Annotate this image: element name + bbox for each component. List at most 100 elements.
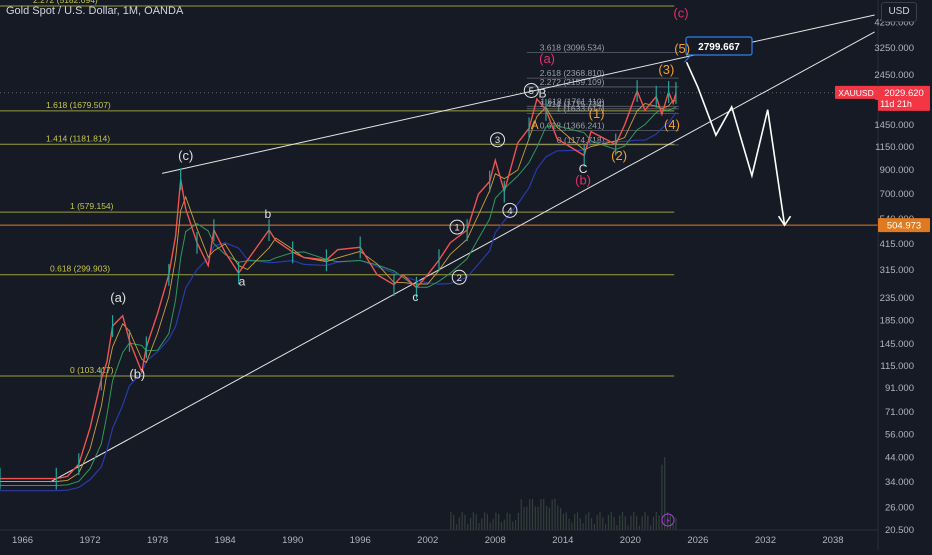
price-tick-label: 34.000 xyxy=(885,477,914,488)
wave-label: A xyxy=(531,118,539,132)
volume-bar xyxy=(498,513,500,530)
volume-bar xyxy=(607,515,610,530)
wave-label: (3) xyxy=(658,62,674,77)
price-tick-label: 3250.000 xyxy=(874,43,914,54)
time-tick-label: 1972 xyxy=(79,535,100,546)
volume-bar xyxy=(616,524,618,530)
volume-bar xyxy=(531,499,534,530)
volume-bar xyxy=(495,512,497,530)
time-tick-label: 2038 xyxy=(822,535,843,546)
wave-label: (4) xyxy=(664,117,680,132)
volume-bar xyxy=(582,523,584,530)
wave-label: (a) xyxy=(539,51,555,66)
price-tick-label: 900.000 xyxy=(880,165,914,176)
price-tick-label: 91.000 xyxy=(885,383,914,394)
volume-bar xyxy=(610,512,612,530)
volume-bar xyxy=(478,523,480,530)
wave-label: c xyxy=(412,290,418,304)
price-chart[interactable]: 2.272 (5182.094)1.618 (1679.507)1.414 (1… xyxy=(0,0,932,550)
time-tick-label: 2014 xyxy=(552,535,573,546)
volume-bar xyxy=(638,525,641,530)
volume-bar xyxy=(588,512,590,530)
wave-label: (b) xyxy=(575,172,591,187)
volume-bar xyxy=(534,506,536,530)
time-tick-label: 1990 xyxy=(282,535,303,546)
volume-bar xyxy=(672,524,674,530)
time-tick-label: 2026 xyxy=(687,535,708,546)
time-tick-label: 1978 xyxy=(147,535,168,546)
volume-bar xyxy=(464,514,466,530)
price-tick-label: 44.000 xyxy=(885,452,914,463)
time-tick-label: 1966 xyxy=(12,535,33,546)
volume-bar xyxy=(492,518,494,530)
volume-bar xyxy=(458,517,460,530)
price-tick-label: 415.000 xyxy=(880,239,914,250)
lightning-icon-glyph: ⚡ xyxy=(665,517,671,526)
price-tick-label: 20.500 xyxy=(885,525,914,536)
price-tick-label: 71.000 xyxy=(885,407,914,418)
price-tick-label: 700.000 xyxy=(880,189,914,200)
price-line xyxy=(0,88,677,480)
time-tick-label: 1984 xyxy=(215,535,236,546)
fib-level-label: 1 (579.154) xyxy=(70,201,114,211)
chart-canvas[interactable]: 2.272 (5182.094) 1.618 (1679.507) 1.414 (1… xyxy=(0,0,932,550)
volume-bar xyxy=(469,517,472,530)
volume-bar xyxy=(576,512,579,530)
currency-button[interactable]: USD xyxy=(881,2,917,22)
volume-bar xyxy=(574,514,576,530)
volume-bar xyxy=(540,499,542,530)
volume-bar xyxy=(568,518,570,530)
target-price-value: 504.973 xyxy=(887,221,921,232)
volume-bar xyxy=(529,499,531,530)
circled-wave-label: 3 xyxy=(495,135,500,146)
time-tick-label: 2008 xyxy=(485,535,506,546)
bar-countdown: 11d 21h xyxy=(880,99,912,109)
circled-wave-label: 5 xyxy=(529,86,534,97)
volume-bar xyxy=(472,512,474,530)
volume-bar xyxy=(644,512,646,530)
price-tick-label: 1450.000 xyxy=(874,120,914,131)
wave-label: (5) xyxy=(674,41,690,56)
volume-bar xyxy=(565,512,567,530)
volume-bar xyxy=(543,498,545,530)
price-tick-label: 56.000 xyxy=(885,429,914,440)
wave-label: (1) xyxy=(589,106,605,121)
volume-bar xyxy=(624,516,626,530)
volume-bar xyxy=(545,505,548,530)
price-tick-label: 115.000 xyxy=(880,361,914,372)
volume-bar xyxy=(613,516,615,530)
volume-bar xyxy=(621,512,624,530)
wave-label: (b) xyxy=(129,366,145,381)
time-tick-label: 2020 xyxy=(620,535,641,546)
volume-bar xyxy=(517,512,519,530)
volume-bar xyxy=(554,498,556,530)
wave-label: (c) xyxy=(178,148,193,163)
volume-bar xyxy=(455,524,458,530)
price-tick-label: 185.000 xyxy=(880,316,914,327)
wave-label: (2) xyxy=(611,148,627,163)
volume-bar xyxy=(512,521,514,530)
volume-bar xyxy=(526,506,528,530)
volume-bar xyxy=(509,513,511,530)
volume-bar xyxy=(500,522,503,530)
fib-level-label: 0.618 (299.903) xyxy=(50,264,110,274)
volume-bar xyxy=(635,516,638,530)
price-tick-label: 145.000 xyxy=(880,339,914,350)
moving-average-mid xyxy=(0,106,677,486)
volume-bar xyxy=(650,525,652,530)
volume-bar xyxy=(641,516,643,530)
fib-level-label: 1.414 (1181.814) xyxy=(46,133,110,143)
volume-bar xyxy=(453,515,455,530)
volume-bar xyxy=(562,513,565,530)
volume-bar xyxy=(450,512,452,530)
volume-bar xyxy=(585,514,587,530)
volume-bar xyxy=(630,515,632,530)
moving-average-long xyxy=(0,111,677,492)
wave-label: B xyxy=(539,87,547,101)
volume-bar xyxy=(548,507,550,530)
moving-average-short xyxy=(0,99,676,482)
price-tick-label: 2450.000 xyxy=(874,70,914,81)
volume-bar xyxy=(675,517,677,530)
volume-bar xyxy=(489,522,491,530)
circled-wave-label: 1 xyxy=(454,223,459,234)
